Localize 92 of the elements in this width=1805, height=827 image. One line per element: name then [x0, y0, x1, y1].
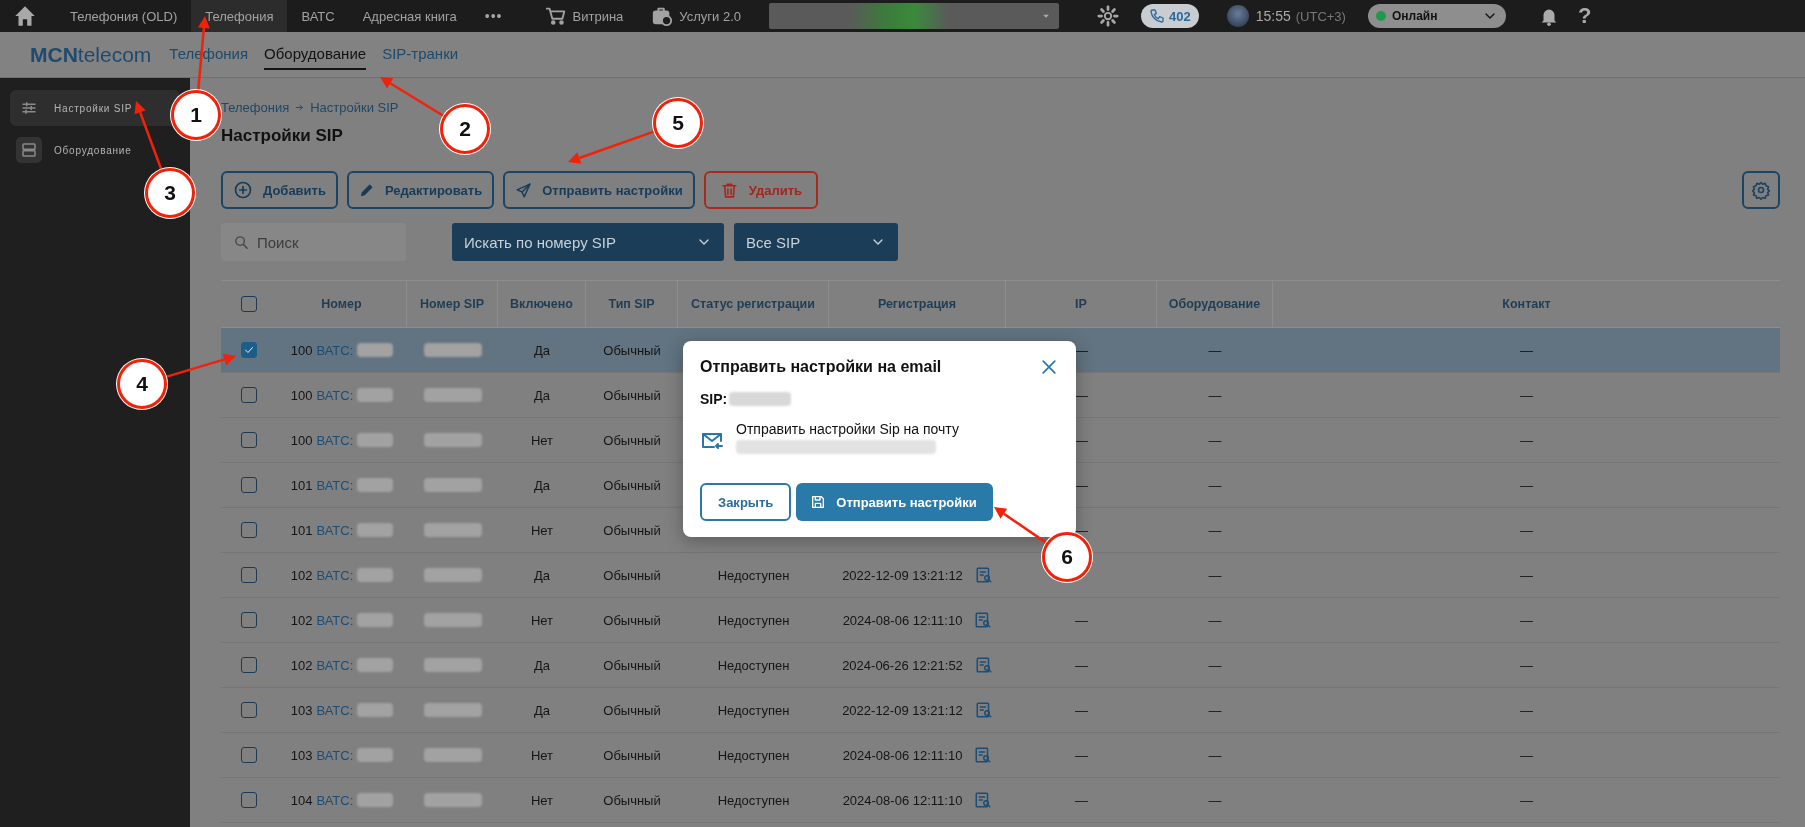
column-header: Оборудование [1157, 281, 1273, 327]
table-cell-text: — [1519, 342, 1534, 358]
table-cell-text: Нет [529, 747, 555, 763]
table-cell: Недоступен [717, 657, 790, 673]
table-cell-text: Обычный [602, 342, 662, 358]
clock-time: 15:55 [1255, 8, 1291, 24]
table-cell-text: Да [532, 342, 551, 358]
table-cell-text: — [1207, 387, 1223, 403]
table-cell: Недоступен [717, 567, 790, 583]
callout-badge: 5 [653, 98, 703, 148]
table-cell-text: Обычный [602, 567, 662, 583]
table-cell: — [1075, 792, 1088, 808]
dialog-title: Отправить настройки на email [700, 358, 942, 376]
table-cell: 2022-12-09 13:21:12 [842, 567, 963, 583]
table-cell-text: Да [532, 657, 551, 673]
brand-logo: MCNtelecom [30, 42, 152, 67]
table-cell-text: — [1207, 792, 1223, 808]
table-cell: 102 [290, 657, 313, 673]
table-cell-text: — [1519, 477, 1534, 493]
table-cell: 100 [290, 432, 313, 448]
column-header: Регистрация [829, 281, 1006, 327]
table-cell-text: Обычный [602, 432, 662, 448]
table-cell-text: — [1207, 612, 1223, 628]
table-cell: 2024-08-06 12:11:10 [842, 747, 963, 763]
table-cell: 101 [290, 477, 313, 493]
table-cell: 103 [290, 702, 313, 718]
table-cell: 2022-12-09 13:21:12 [842, 702, 963, 718]
table-cell-text: Нет [529, 522, 555, 538]
table-cell: 2024-06-26 12:21:52 [842, 657, 963, 673]
table-cell-text: — [1207, 747, 1223, 763]
table-cell-text: — [1519, 612, 1534, 628]
column-header: Номер [277, 281, 407, 327]
column-header: Включено [498, 281, 586, 327]
table-cell-text: — [1519, 657, 1534, 673]
table-cell-text: — [1207, 522, 1223, 538]
table-cell: — [1075, 702, 1088, 718]
column-header: Статус регистрации [678, 281, 829, 327]
table-cell-text: Обычный [602, 477, 662, 493]
table-cell: Недоступен [717, 612, 790, 628]
table-cell-text: Да [532, 477, 551, 493]
page-title: Настройки SIP [221, 126, 343, 146]
table-cell-text: — [1519, 522, 1534, 538]
table-cell-text: — [1207, 342, 1223, 358]
table-cell: Недоступен [717, 792, 790, 808]
table-cell-text: — [1207, 432, 1223, 448]
table-cell-text: — [1519, 567, 1534, 583]
table-cell-text: Да [532, 702, 551, 718]
callout-badge: 6 [1042, 532, 1092, 582]
callout-badge: 1 [171, 90, 221, 140]
table-cell: 2024-08-06 12:11:10 [842, 612, 963, 628]
table-cell-text: — [1519, 747, 1534, 763]
table-cell: 101 [290, 522, 313, 538]
table-cell-text: Обычный [602, 522, 662, 538]
table-cell: Недоступен [717, 747, 790, 763]
table-cell-text: Да [532, 567, 551, 583]
table-cell-text: Нет [529, 612, 555, 628]
table-cell-text: — [1207, 657, 1223, 673]
table-cell: — [1075, 657, 1088, 673]
table-cell-text: Обычный [602, 657, 662, 673]
table-cell-text: — [1207, 477, 1223, 493]
table-cell-text: Обычный [602, 792, 662, 808]
email-description: Отправить настройки Sip на почту [736, 421, 959, 437]
table-cell-text: — [1519, 702, 1534, 718]
table-cell-text: — [1519, 432, 1534, 448]
table-cell-text: — [1207, 567, 1223, 583]
table-cell-text: Нет [529, 792, 555, 808]
column-header: Номер SIP [407, 281, 498, 327]
table-cell: 102 [290, 612, 313, 628]
table-cell-text: Да [532, 387, 551, 403]
table-cell-text: — [1519, 387, 1534, 403]
table-cell: 2024-08-06 12:11:10 [842, 792, 963, 808]
table-cell: — [1075, 612, 1088, 628]
table-cell-text: Обычный [602, 612, 662, 628]
sip-label: SIP: [700, 391, 728, 407]
column-header: Контакт [1501, 296, 1552, 313]
table-cell: 103 [290, 747, 313, 763]
table-cell-text: Обычный [602, 387, 662, 403]
column-header: IP [1006, 281, 1157, 327]
table-cell: 104 [290, 792, 313, 808]
table-cell: 100 [290, 387, 313, 403]
table-cell-text: Нет [529, 432, 555, 448]
column-header: Тип SIP [586, 281, 678, 327]
table-cell-text: — [1207, 702, 1223, 718]
table-cell: 102 [290, 567, 313, 583]
table-cell: Недоступен [717, 702, 790, 718]
table-cell-text: — [1519, 792, 1534, 808]
callout-badge: 2 [440, 104, 490, 154]
timezone-label: (UTC+3) [1295, 8, 1346, 24]
table-cell-text: Обычный [602, 747, 662, 763]
table-cell-text: Обычный [602, 702, 662, 718]
table-cell: 100 [290, 342, 313, 358]
table-cell: — [1075, 747, 1088, 763]
